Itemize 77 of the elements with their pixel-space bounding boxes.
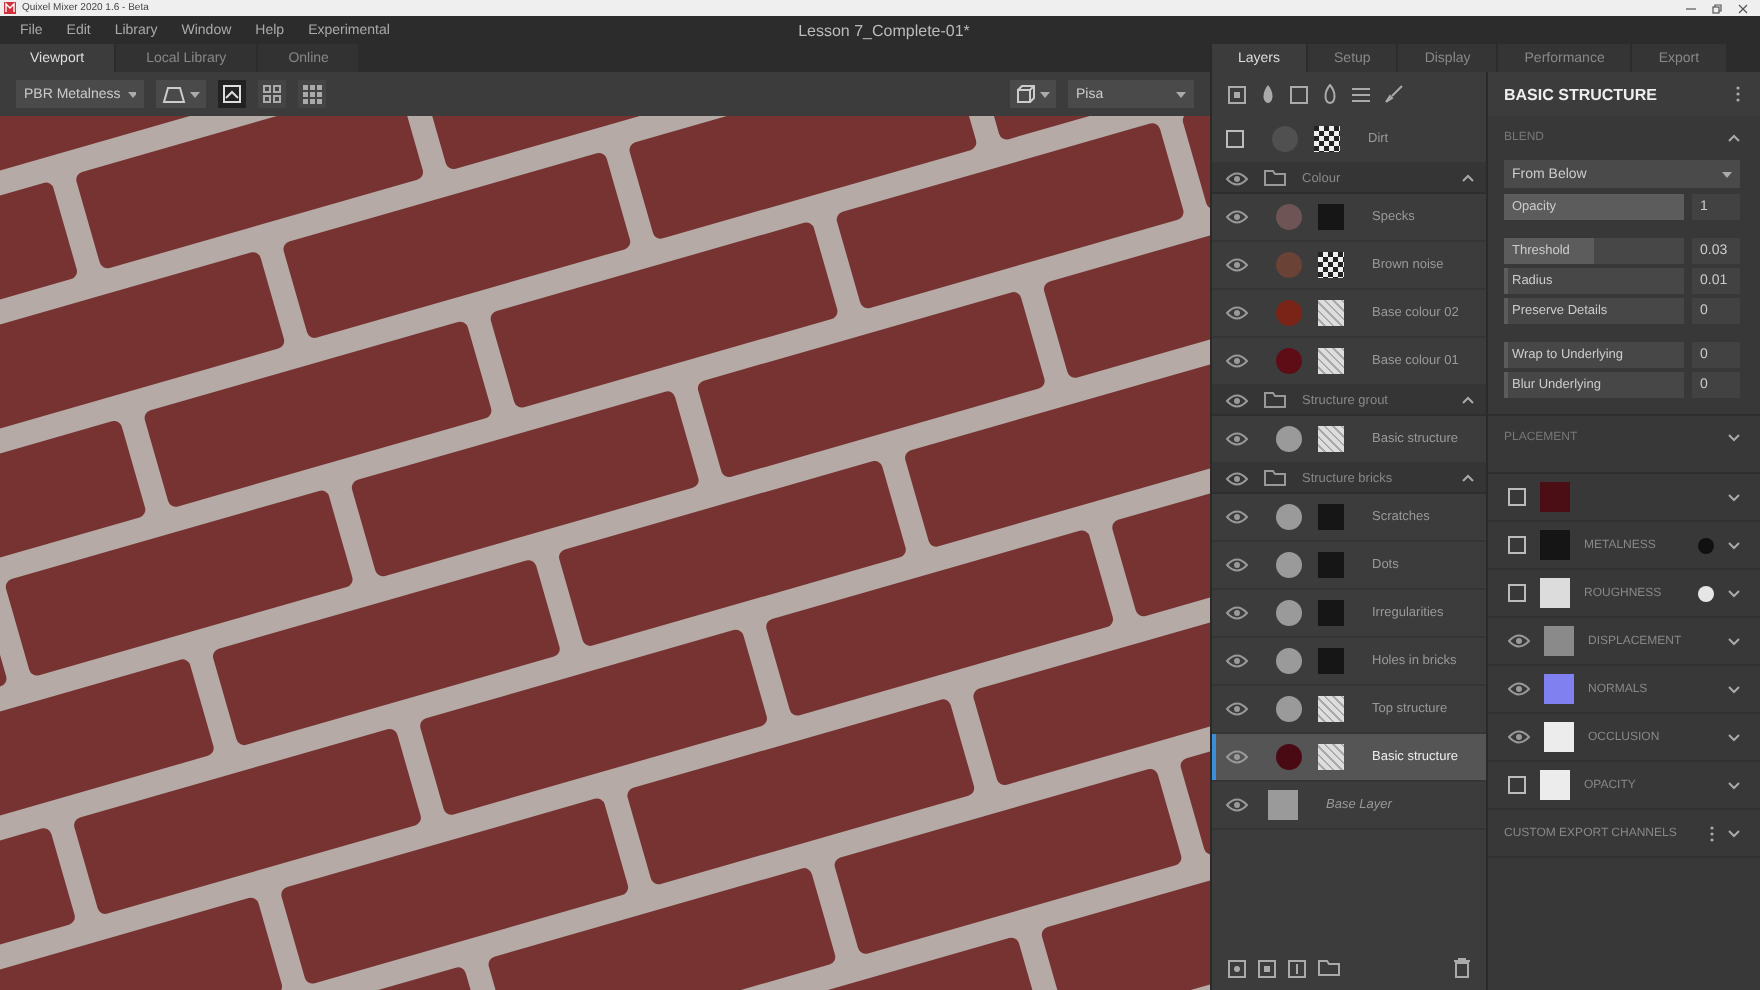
eye-icon[interactable] — [1508, 730, 1530, 744]
eye-icon[interactable] — [1226, 354, 1248, 368]
chevron-icon[interactable] — [1728, 589, 1740, 597]
brush-icon[interactable] — [1384, 84, 1404, 104]
chevron-icon[interactable] — [1728, 733, 1740, 741]
value-dot[interactable] — [1698, 585, 1714, 601]
channel-swatch[interactable] — [1540, 578, 1570, 608]
trash-icon[interactable] — [1454, 958, 1470, 978]
chevron-icon[interactable] — [1728, 685, 1740, 693]
grid-view-button[interactable] — [298, 80, 326, 108]
caret-icon — [190, 91, 200, 97]
folder-icon[interactable] — [1318, 960, 1340, 976]
camera-dropdown[interactable] — [156, 80, 206, 108]
value-dot[interactable] — [1698, 537, 1714, 553]
folder-icon — [1264, 170, 1286, 186]
eye-icon[interactable] — [1226, 510, 1248, 524]
channel-swatch[interactable] — [1544, 626, 1574, 656]
chevron-icon[interactable] — [1728, 493, 1740, 501]
eye-icon[interactable] — [1226, 306, 1248, 320]
chevron-icon[interactable] — [1728, 134, 1740, 142]
eye-icon[interactable] — [1226, 750, 1248, 764]
droplet-icon[interactable] — [1322, 84, 1338, 104]
checkbox[interactable] — [1508, 536, 1526, 554]
layer-icon[interactable] — [1228, 85, 1246, 103]
checkbox[interactable] — [1508, 776, 1526, 794]
channel-swatch[interactable] — [1540, 770, 1570, 800]
eye-icon[interactable] — [1226, 258, 1248, 272]
channel-swatch[interactable] — [1540, 482, 1570, 512]
eye-icon[interactable] — [1226, 432, 1248, 446]
lines-icon[interactable] — [1352, 85, 1370, 103]
camera-frame-icon — [162, 85, 186, 103]
chevron-icon[interactable] — [1462, 174, 1474, 182]
checkbox[interactable] — [1226, 130, 1244, 148]
eye-icon[interactable] — [1226, 393, 1248, 407]
channel-swatch[interactable] — [1544, 722, 1574, 752]
single-view-button[interactable] — [218, 80, 246, 108]
chevron-icon[interactable] — [1728, 637, 1740, 645]
eye-icon[interactable] — [1226, 798, 1248, 812]
folder-icon — [1264, 470, 1286, 486]
checkbox[interactable] — [1508, 488, 1526, 506]
chevron-icon[interactable] — [1728, 781, 1740, 789]
channel-swatch[interactable] — [1540, 530, 1570, 560]
eye-icon[interactable] — [1226, 471, 1248, 485]
channel-swatch[interactable] — [1544, 674, 1574, 704]
chevron-icon[interactable] — [1728, 434, 1740, 442]
chevron-icon[interactable] — [1462, 396, 1474, 404]
app-logo-icon — [4, 2, 16, 14]
eye-icon[interactable] — [1508, 634, 1530, 648]
eye-icon[interactable] — [1226, 702, 1248, 716]
cube-dropdown[interactable] — [1010, 80, 1056, 108]
add-mask-icon[interactable] — [1288, 959, 1306, 977]
eye-icon[interactable] — [1226, 558, 1248, 572]
caret-icon — [128, 91, 136, 97]
cube-icon — [1016, 84, 1036, 104]
quad-view-button[interactable] — [258, 80, 286, 108]
chevron-icon[interactable] — [1462, 474, 1474, 482]
chevron-icon[interactable] — [1728, 829, 1740, 837]
eye-icon[interactable] — [1226, 171, 1248, 185]
close-icon[interactable] — [1738, 3, 1748, 13]
eye-icon[interactable] — [1226, 606, 1248, 620]
minimize-icon[interactable] — [1686, 3, 1696, 13]
caret-icon — [1040, 91, 1050, 97]
window-title: Lesson 7_Complete-01* — [798, 21, 970, 39]
eye-icon[interactable] — [1226, 210, 1248, 224]
restore-icon[interactable] — [1712, 3, 1722, 13]
add-fill-icon[interactable] — [1258, 959, 1276, 977]
eye-icon[interactable] — [1226, 654, 1248, 668]
eye-icon[interactable] — [1508, 682, 1530, 696]
chevron-icon[interactable] — [1728, 541, 1740, 549]
square-icon[interactable] — [1290, 85, 1308, 103]
drop-icon[interactable] — [1260, 84, 1276, 104]
folder-icon — [1264, 392, 1286, 408]
checkbox[interactable] — [1508, 584, 1526, 602]
properties-title: BASIC STRUCTURE — [1504, 85, 1657, 103]
add-layer-icon[interactable] — [1228, 959, 1246, 977]
caret-icon — [1176, 91, 1186, 97]
caret-icon — [1722, 171, 1732, 177]
